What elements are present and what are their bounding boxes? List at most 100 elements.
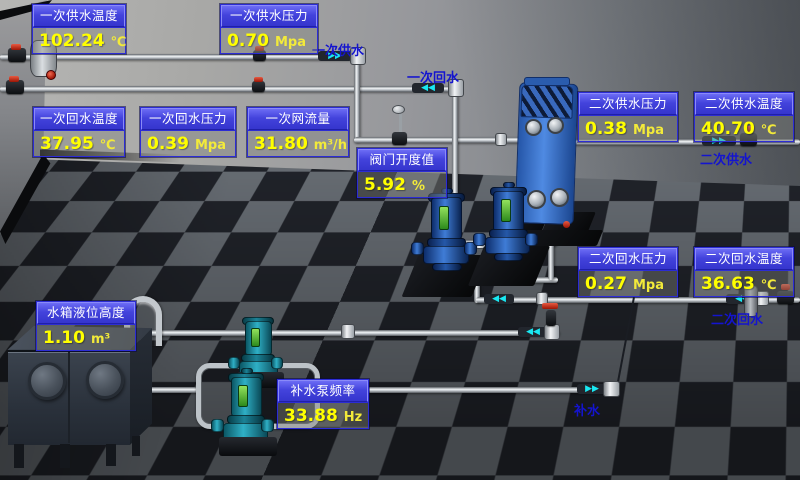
hx-port bbox=[525, 119, 542, 136]
readout-unit: ℃ bbox=[100, 137, 116, 155]
readout-secondary-return-temp: 二次回水温度 36.63 ℃ bbox=[694, 247, 794, 297]
pump-run-indicator bbox=[251, 328, 260, 347]
pump-volute bbox=[485, 237, 530, 254]
pipe-makeup-left bbox=[148, 387, 200, 393]
tank-leg bbox=[14, 444, 24, 468]
readout-unit: ℃ bbox=[761, 122, 777, 140]
pump-foot bbox=[494, 253, 523, 261]
readout-unit: ℃ bbox=[761, 277, 777, 295]
pipe-label-primary-return: 一次回水 bbox=[407, 67, 459, 86]
tank-panel-seam bbox=[68, 352, 70, 443]
readout-unit: Mpa bbox=[633, 122, 664, 140]
tank-leg bbox=[106, 444, 116, 466]
pipe-label-secondary-return: 二次回水 bbox=[711, 309, 763, 328]
readout-unit: m³/h bbox=[314, 137, 347, 155]
pipe-flange bbox=[544, 324, 560, 340]
valve-handle-icon bbox=[254, 77, 263, 82]
readout-secondary-return-pressure: 二次回水压力 0.27 Mpa bbox=[578, 247, 678, 297]
gate-valve bbox=[8, 48, 26, 62]
readout-unit: % bbox=[412, 178, 425, 196]
pump-foot bbox=[432, 263, 462, 271]
readout-value: 37.95 bbox=[40, 134, 94, 154]
pump-volute bbox=[423, 246, 469, 264]
pump-run-indicator bbox=[501, 199, 511, 222]
readout-unit: Mpa bbox=[633, 277, 664, 295]
readout-primary-return-pressure: 一次回水压力 0.39 Mpa bbox=[140, 107, 236, 157]
readout-value: 0.39 bbox=[147, 134, 189, 154]
branch-valve-handle-icon bbox=[542, 303, 558, 309]
control-valve-actuator[interactable] bbox=[392, 105, 405, 114]
readout-value: 31.80 bbox=[254, 134, 308, 154]
pump-run-indicator bbox=[238, 385, 248, 407]
pipe-primary-supply-drop bbox=[354, 58, 360, 142]
readout-value: 0.27 bbox=[585, 274, 627, 294]
readout-makeup-pump-freq: 补水泵频率 33.88 Hz bbox=[277, 379, 369, 429]
readout-title: 一次供水温度 bbox=[33, 5, 125, 27]
hx-drain-valve-icon bbox=[563, 221, 570, 228]
tank-leg bbox=[60, 444, 70, 468]
readout-value: 36.63 bbox=[701, 274, 755, 294]
readout-unit: m³ bbox=[91, 331, 110, 349]
readout-primary-supply-temp: 一次供水温度 102.24 ℃ bbox=[32, 4, 126, 54]
readout-unit: ℃ bbox=[111, 34, 127, 52]
readout-title: 二次回水压力 bbox=[579, 248, 677, 270]
readout-title: 一次回水温度 bbox=[34, 108, 124, 130]
readout-secondary-supply-pressure: 二次供水压力 0.38 Mpa bbox=[578, 92, 678, 142]
pump-flange bbox=[211, 419, 224, 432]
pump-run-indicator bbox=[439, 206, 449, 230]
valve-handle-icon bbox=[9, 76, 19, 82]
tank-leg bbox=[132, 436, 140, 456]
pipe-label-secondary-supply: 二次供水 bbox=[700, 149, 752, 168]
pump-knob bbox=[241, 368, 253, 374]
hx-port bbox=[550, 188, 569, 207]
hx-top-bar bbox=[524, 77, 570, 86]
branch-valve-body bbox=[546, 310, 556, 326]
hx-frame-plates bbox=[520, 84, 573, 119]
readout-secondary-supply-temp: 二次供水温度 40.70 ℃ bbox=[694, 92, 794, 142]
readout-value: 0.38 bbox=[585, 119, 627, 139]
pipe-label-primary-supply: 一次供水 bbox=[312, 40, 364, 59]
readout-title: 一次回水压力 bbox=[141, 108, 235, 130]
readout-title: 一次供水压力 bbox=[221, 5, 317, 27]
pump-flange bbox=[525, 233, 538, 246]
readout-value: 40.70 bbox=[701, 119, 755, 139]
pipe-tank-line bbox=[150, 330, 560, 336]
pipe-label-makeup: 补水 bbox=[574, 400, 600, 419]
readout-primary-flow: 一次网流量 31.80 m³/h bbox=[247, 107, 349, 157]
readout-tank-level: 水箱液位高度 1.10 m³ bbox=[36, 301, 136, 351]
heating-station-hmi: ▶▶ ◀◀ ▶▶ ◀◀ ◀◀ ◀◀ ▶▶ bbox=[0, 0, 800, 480]
tank-hatch bbox=[86, 361, 124, 399]
readout-title: 补水泵频率 bbox=[278, 380, 368, 402]
circulation-pump-2[interactable] bbox=[467, 174, 547, 272]
readout-title: 二次供水温度 bbox=[695, 93, 793, 115]
readout-value: 5.92 bbox=[364, 175, 406, 195]
readout-unit: Hz bbox=[344, 409, 362, 427]
pipe-coupling bbox=[341, 324, 355, 339]
readout-title: 二次供水压力 bbox=[579, 93, 677, 115]
control-valve-body[interactable] bbox=[392, 132, 407, 145]
readout-title: 二次回水温度 bbox=[695, 248, 793, 270]
pump-flange bbox=[411, 242, 424, 255]
readout-value: 102.24 bbox=[39, 31, 105, 51]
pipe-primary-return bbox=[0, 86, 462, 92]
readout-unit: Mpa bbox=[195, 137, 226, 155]
readout-title: 阀门开度值 bbox=[358, 149, 446, 171]
readout-title: 水箱液位高度 bbox=[37, 302, 135, 324]
pump-flange bbox=[261, 419, 274, 432]
flow-arrow-icon: ◀◀ bbox=[484, 294, 514, 304]
readout-value: 0.70 bbox=[227, 31, 269, 51]
makeup-pump-2[interactable] bbox=[212, 366, 282, 458]
readout-primary-return-temp: 一次回水温度 37.95 ℃ bbox=[33, 107, 125, 157]
pump-flange bbox=[473, 233, 486, 246]
readout-title: 一次网流量 bbox=[248, 108, 348, 130]
valve-handle-icon bbox=[11, 44, 21, 50]
gate-valve bbox=[6, 80, 24, 94]
readout-value: 1.10 bbox=[43, 328, 85, 348]
pump-base bbox=[219, 437, 277, 456]
readout-valve-opening: 阀门开度值 5.92% bbox=[357, 148, 447, 198]
pressure-gauge-icon bbox=[46, 70, 56, 80]
readout-unit: Mpa bbox=[275, 34, 306, 52]
tank-hatch bbox=[28, 362, 66, 400]
pump-knob bbox=[503, 182, 515, 188]
readout-value: 33.88 bbox=[284, 406, 338, 426]
